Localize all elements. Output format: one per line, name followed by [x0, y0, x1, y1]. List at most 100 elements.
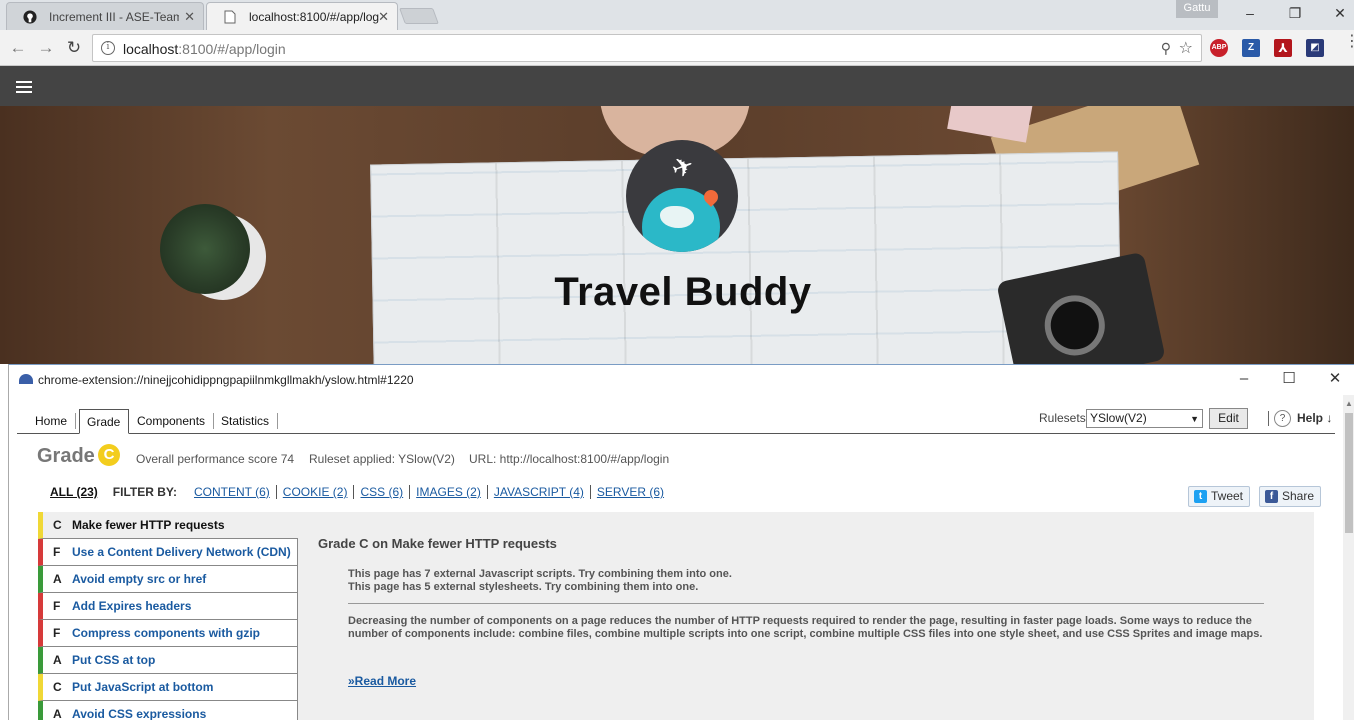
- rule-item[interactable]: A Avoid CSS expressions: [38, 701, 298, 720]
- rule-name: Make fewer HTTP requests: [72, 518, 225, 532]
- detail-messages: This page has 7 external Javascript scri…: [348, 568, 732, 593]
- rule-grade: A: [53, 653, 62, 667]
- facebook-icon: f: [1265, 490, 1278, 503]
- browser-tab-localhost[interactable]: localhost:8100/#/app/log ✕: [206, 2, 398, 30]
- rule-item[interactable]: C Make fewer HTTP requests: [38, 512, 298, 539]
- menu-icon[interactable]: [16, 81, 32, 93]
- restore-icon[interactable]: ❐: [1281, 4, 1309, 24]
- popup-title-bar: chrome-extension://ninejjcohidippngpapii…: [9, 365, 1354, 395]
- extension-icon[interactable]: ◩: [1306, 39, 1324, 57]
- grade-badge: C: [98, 444, 120, 466]
- app-header: [0, 66, 1354, 106]
- grade-content: C Make fewer HTTP requests F Use a Conte…: [38, 512, 1314, 720]
- tab-title: localhost:8100/#/app/log: [249, 9, 379, 24]
- browser-toolbar: ← → ↻ i localhost:8100/#/app/login ⚲ ☆ A…: [0, 30, 1354, 66]
- scrollbar-thumb[interactable]: [1345, 413, 1353, 533]
- divider: [348, 603, 1264, 604]
- tab-components[interactable]: Components: [129, 413, 215, 429]
- back-icon[interactable]: ←: [8, 38, 28, 58]
- tab-grade[interactable]: Grade: [79, 409, 129, 434]
- page-icon: [224, 10, 236, 24]
- share-button[interactable]: f Share: [1259, 486, 1322, 507]
- rule-name: Compress components with gzip: [72, 626, 261, 640]
- close-tab-icon[interactable]: ✕: [378, 9, 389, 25]
- overall-score: Overall performance score 74: [136, 452, 295, 466]
- ruleset-select[interactable]: YSlow(V2) ▼: [1086, 409, 1203, 428]
- minimize-icon[interactable]: –: [1236, 4, 1264, 24]
- zoom-icon[interactable]: ⚲: [1161, 40, 1171, 57]
- zotero-icon[interactable]: Z: [1242, 39, 1260, 57]
- travel-logo-icon: ✈: [626, 140, 738, 252]
- filter-javascript[interactable]: JAVASCRIPT (4): [488, 485, 591, 499]
- filter-server[interactable]: SERVER (6): [591, 485, 670, 499]
- rule-grade: F: [53, 626, 61, 640]
- close-window-icon[interactable]: ✕: [1326, 4, 1354, 24]
- profile-badge[interactable]: Gattu: [1176, 0, 1218, 18]
- filter-cookie[interactable]: COOKIE (2): [277, 485, 355, 499]
- rule-item[interactable]: F Add Expires headers: [38, 593, 298, 620]
- popup-scrollbar[interactable]: ▲: [1343, 395, 1354, 720]
- tab-statistics[interactable]: Statistics: [213, 413, 279, 429]
- tab-title: Increment III - ASE-Team: [49, 9, 179, 24]
- scroll-up-icon[interactable]: ▲: [1345, 399, 1353, 408]
- tweet-button[interactable]: t Tweet: [1188, 486, 1251, 507]
- close-window-icon[interactable]: ✕: [1323, 370, 1347, 390]
- grade-heading: Grade: [37, 445, 95, 467]
- info-icon[interactable]: i: [101, 41, 115, 55]
- rule-grade: C: [53, 518, 62, 532]
- rule-item[interactable]: F Use a Content Delivery Network (CDN): [38, 539, 298, 566]
- adblock-icon[interactable]: ABP: [1210, 39, 1228, 57]
- twitter-icon: t: [1194, 490, 1207, 503]
- airplane-icon: ✈: [667, 149, 699, 185]
- github-icon: [23, 10, 37, 24]
- ruleset-applied: Ruleset applied: YSlow(V2): [309, 452, 455, 466]
- browser-menu-icon[interactable]: ⋮: [1344, 34, 1354, 57]
- filter-content[interactable]: CONTENT (6): [188, 485, 277, 499]
- rule-item[interactable]: F Compress components with gzip: [38, 620, 298, 647]
- rule-name: Add Expires headers: [72, 599, 192, 613]
- help-link[interactable]: Help ↓: [1297, 411, 1332, 425]
- help-icon[interactable]: ?: [1274, 410, 1291, 427]
- page-url: URL: http://localhost:8100/#/app/login: [469, 452, 670, 466]
- forward-icon[interactable]: →: [36, 38, 56, 58]
- rule-grade: A: [53, 707, 62, 720]
- rule-name: Put JavaScript at bottom: [72, 680, 214, 694]
- rule-name: Avoid CSS expressions: [72, 707, 207, 720]
- rule-grade: F: [53, 545, 61, 559]
- rule-item[interactable]: A Avoid empty src or href: [38, 566, 298, 593]
- yslow-popup-window: chrome-extension://ninejjcohidippngpapii…: [8, 364, 1354, 720]
- tab-home[interactable]: Home: [27, 413, 77, 429]
- rule-grade: F: [53, 599, 61, 613]
- filter-all[interactable]: ALL (23): [50, 485, 98, 499]
- read-more-link[interactable]: »Read More: [348, 674, 416, 688]
- rule-name: Put CSS at top: [72, 653, 156, 667]
- dropdown-arrow-icon: ▼: [1190, 414, 1199, 424]
- close-tab-icon[interactable]: ✕: [184, 9, 195, 25]
- popup-title: chrome-extension://ninejjcohidippngpapii…: [38, 373, 414, 387]
- maximize-icon[interactable]: ☐: [1277, 370, 1301, 390]
- filter-bar: ALL (23) FILTER BY: CONTENT (6) COOKIE (…: [50, 485, 670, 499]
- bookmark-star-icon[interactable]: ☆: [1179, 38, 1193, 58]
- rule-grade: A: [53, 572, 62, 586]
- hero-banner: ✈ Travel Buddy: [0, 106, 1354, 364]
- rule-grade: C: [53, 680, 62, 694]
- divider: [1268, 411, 1269, 426]
- address-bar[interactable]: i localhost:8100/#/app/login ⚲ ☆: [92, 34, 1202, 62]
- edit-button[interactable]: Edit: [1209, 408, 1248, 429]
- pdf-icon[interactable]: ⅄: [1274, 39, 1292, 57]
- filter-css[interactable]: CSS (6): [354, 485, 411, 499]
- rule-item[interactable]: A Put CSS at top: [38, 647, 298, 674]
- new-tab-button[interactable]: [399, 8, 439, 24]
- rule-name: Avoid empty src or href: [72, 572, 207, 586]
- minimize-icon[interactable]: –: [1232, 370, 1256, 390]
- yslow-icon: [19, 374, 33, 384]
- rule-item[interactable]: C Put JavaScript at bottom: [38, 674, 298, 701]
- filter-images[interactable]: IMAGES (2): [410, 485, 488, 499]
- rulesets-label: Rulesets: [1039, 411, 1086, 425]
- url-text: localhost:8100/#/app/login: [123, 41, 286, 57]
- browser-tab-strip: Increment III - ASE-Team ✕ localhost:810…: [0, 0, 1354, 30]
- detail-description: Decreasing the number of components on a…: [348, 615, 1263, 640]
- reload-icon[interactable]: ↻: [64, 38, 84, 58]
- browser-tab-github[interactable]: Increment III - ASE-Team ✕: [6, 2, 204, 30]
- app-title: Travel Buddy: [554, 270, 812, 314]
